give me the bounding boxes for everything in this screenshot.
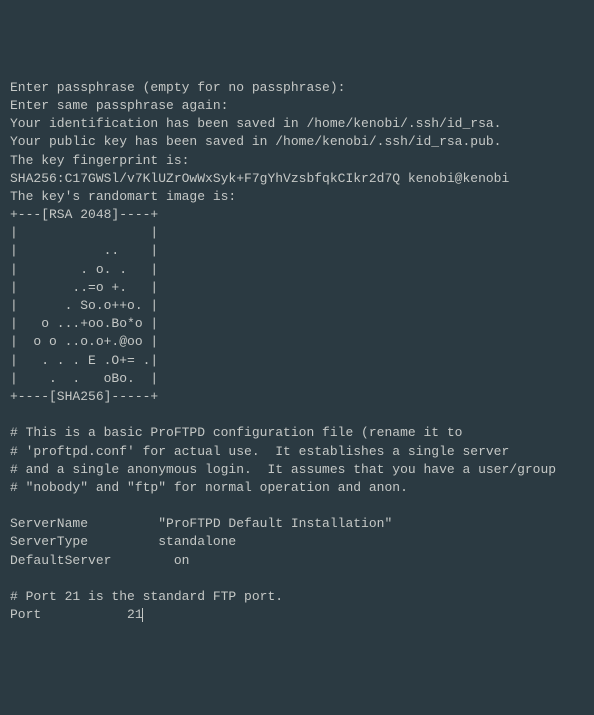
line: Your identification has been saved in /h…: [10, 116, 501, 131]
line: | . . . E .O+= .|: [10, 353, 158, 368]
line: Your public key has been saved in /home/…: [10, 134, 501, 149]
line: ServerName "ProFTPD Default Installation…: [10, 516, 392, 531]
line: ServerType standalone: [10, 534, 236, 549]
line: +---[RSA 2048]----+: [10, 207, 158, 222]
line: | o o ..o.o+.@oo |: [10, 334, 158, 349]
line: | . So.o++o. |: [10, 298, 158, 313]
line: # and a single anonymous login. It assum…: [10, 462, 556, 477]
terminal-output[interactable]: Enter passphrase (empty for no passphras…: [10, 79, 584, 625]
line: Enter passphrase (empty for no passphras…: [10, 80, 345, 95]
line: | |: [10, 225, 158, 240]
line: Port 21: [10, 607, 143, 622]
line: # 'proftpd.conf' for actual use. It esta…: [10, 444, 509, 459]
line: +----[SHA256]-----+: [10, 389, 158, 404]
line: # "nobody" and "ftp" for normal operatio…: [10, 480, 408, 495]
line: # Port 21 is the standard FTP port.: [10, 589, 283, 604]
line: # This is a basic ProFTPD configuration …: [10, 425, 462, 440]
line: SHA256:C17GWSl/v7KlUZrOwWxSyk+F7gYhVzsbf…: [10, 171, 509, 186]
line: | ..=o +. |: [10, 280, 158, 295]
line: DefaultServer on: [10, 553, 189, 568]
cursor: [142, 608, 143, 622]
line: The key's randomart image is:: [10, 189, 236, 204]
line: | o ...+oo.Bo*o |: [10, 316, 158, 331]
line: | .. |: [10, 243, 158, 258]
line: | . . oBo. |: [10, 371, 158, 386]
line: | . o. . |: [10, 262, 158, 277]
line: Enter same passphrase again:: [10, 98, 228, 113]
line: The key fingerprint is:: [10, 153, 189, 168]
